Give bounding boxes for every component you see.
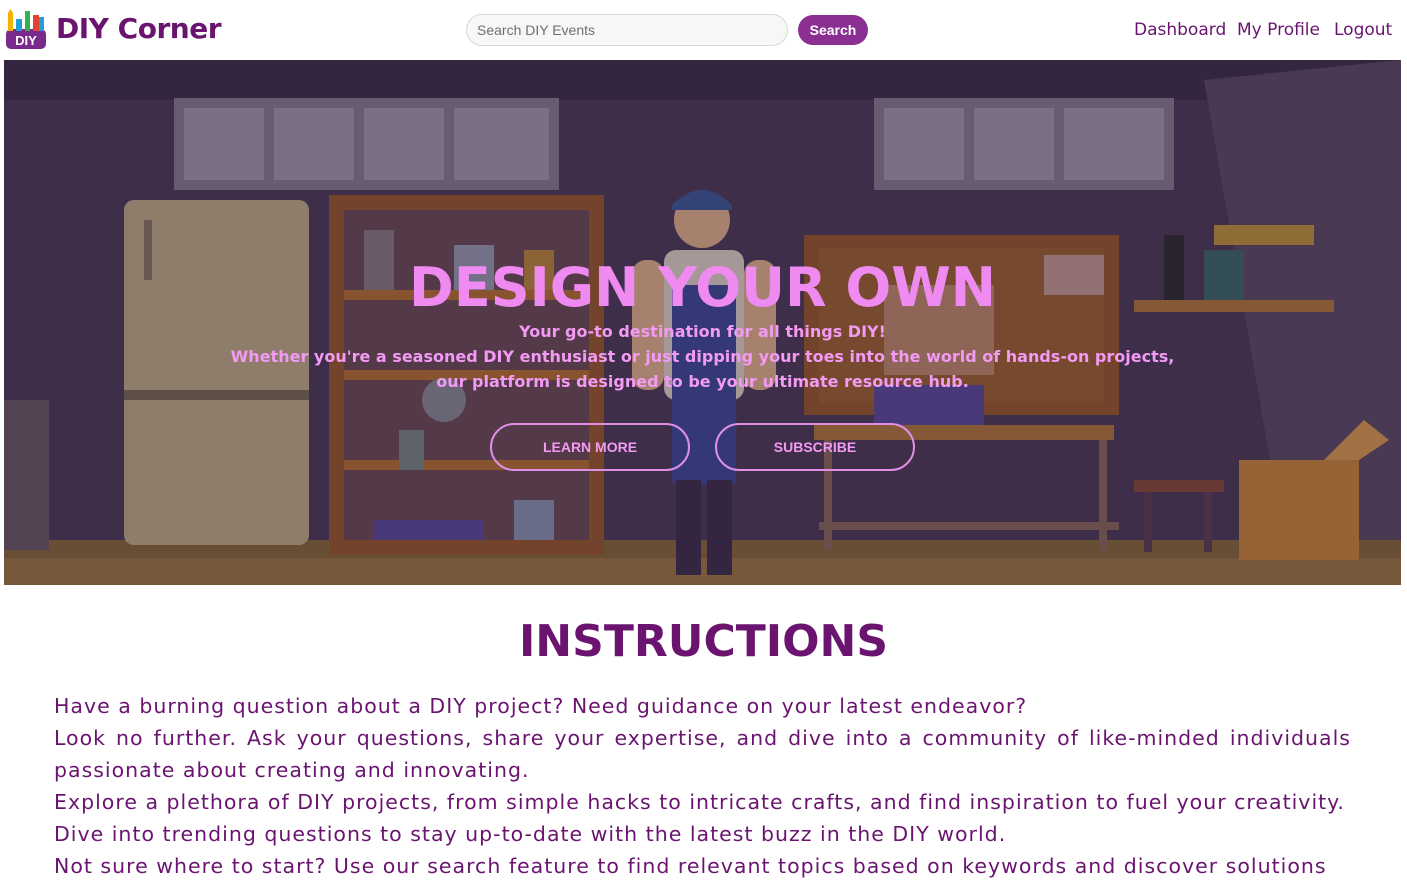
top-navbar: DIY DIY Corner Search Dashboard My Profi… (0, 0, 1407, 60)
instructions-paragraph: Look no further. Ask your questions, sha… (54, 726, 1351, 782)
subscribe-button[interactable]: SUBSCRIBE (715, 423, 915, 471)
instructions-paragraph: Not sure where to start? Use our search … (54, 854, 1327, 878)
instructions-text: Have a burning question about a DIY proj… (54, 690, 1351, 882)
hero-tagline-1: Your go-to destination for all things DI… (519, 322, 886, 341)
instructions-heading: INSTRUCTIONS (518, 616, 889, 667)
instructions-paragraph: Have a burning question about a DIY proj… (54, 694, 1028, 718)
search-input[interactable] (466, 14, 788, 46)
nav-my-profile-link[interactable]: My Profile (1237, 20, 1320, 40)
hero-tagline-2: Whether you're a seasoned DIY enthusiast… (230, 347, 1175, 366)
nav-logout-link[interactable]: Logout (1334, 20, 1392, 40)
nav-dashboard-link[interactable]: Dashboard (1134, 20, 1226, 40)
hero-banner: DESIGN YOUR OWN Your go-to destination f… (4, 60, 1401, 585)
diy-logo-icon[interactable]: DIY (6, 9, 46, 49)
hero-tagline-3: our platform is designed to be your ulti… (436, 372, 969, 391)
logo-text: DIY (15, 33, 37, 48)
hero-title: DESIGN YOUR OWN (409, 256, 996, 319)
learn-more-button[interactable]: LEARN MORE (490, 423, 690, 471)
brand-title[interactable]: DIY Corner (56, 12, 222, 45)
instructions-paragraph: Dive into trending questions to stay up-… (54, 822, 1007, 846)
search-button[interactable]: Search (798, 15, 868, 45)
instructions-paragraph: Explore a plethora of DIY projects, from… (54, 790, 1345, 814)
